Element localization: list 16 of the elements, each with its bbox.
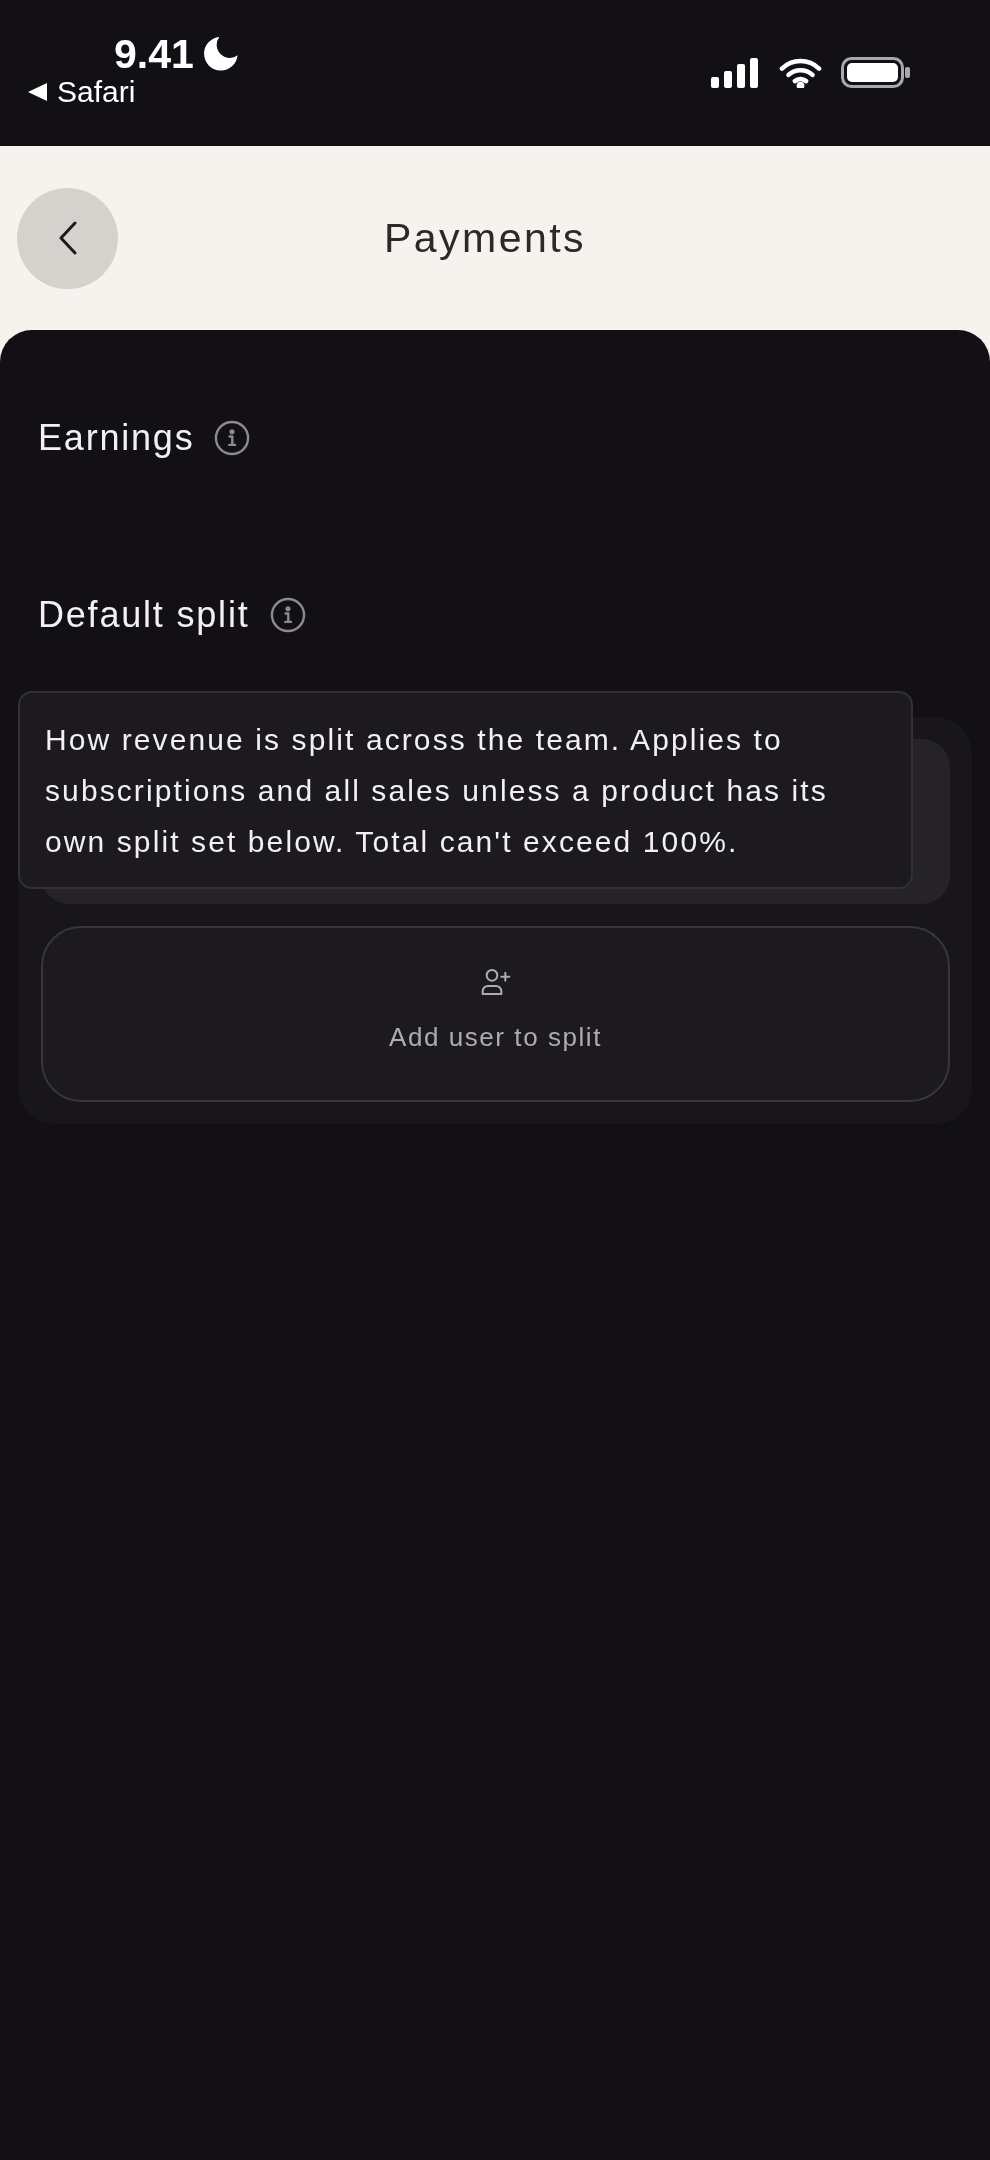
moon-icon (203, 37, 238, 71)
page-title: Payments (384, 214, 586, 262)
info-icon[interactable] (269, 597, 306, 633)
back-to-app-link[interactable]: Safari (28, 77, 238, 107)
battery-icon (841, 57, 911, 88)
user-plus-icon (479, 966, 512, 998)
add-user-button[interactable]: Add user to split (41, 926, 950, 1102)
section-title: Default split (38, 595, 250, 635)
triangle-left-icon (28, 83, 47, 101)
info-icon[interactable] (214, 420, 251, 456)
signal-icon (711, 57, 760, 88)
chevron-left-icon (57, 221, 78, 255)
wifi-icon (779, 57, 822, 88)
status-time: 9.41 (114, 34, 194, 74)
section-title: Earnings (38, 418, 195, 458)
tooltip-text: How revenue is split across the team. Applies to subscriptions and all sales unless a product has its own split set below. Total can't exceed 100%. (45, 722, 829, 860)
